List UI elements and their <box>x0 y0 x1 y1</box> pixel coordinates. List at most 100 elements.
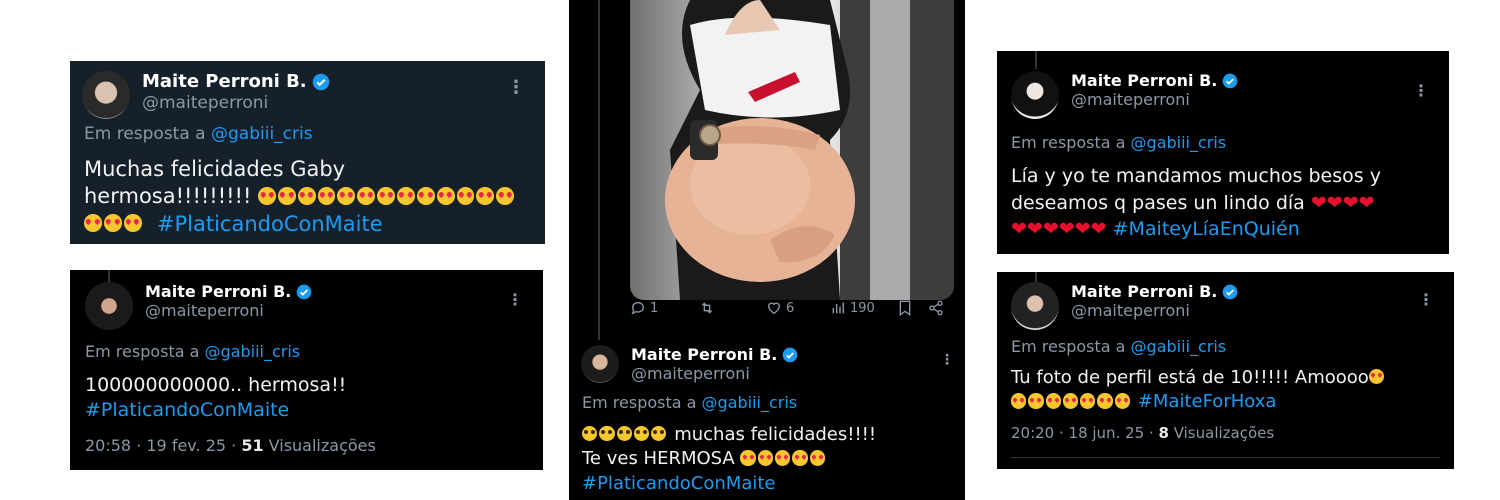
emoji-row <box>740 448 826 469</box>
verified-badge-icon <box>297 284 312 299</box>
reply-mention-link[interactable]: @gabiii_cris <box>1131 133 1227 152</box>
avatar[interactable] <box>1011 282 1059 330</box>
views-chart-icon <box>832 302 845 314</box>
reply-mention-link[interactable]: @gabiii_cris <box>205 342 301 361</box>
tweet-photo[interactable] <box>630 0 954 300</box>
reply-mention-link[interactable]: @gabiii_cris <box>702 393 798 412</box>
avatar[interactable] <box>581 345 619 383</box>
avatar[interactable] <box>1011 71 1059 119</box>
verified-badge-icon <box>1223 284 1238 299</box>
share-icon <box>929 300 943 316</box>
tweet-text-line: Te ves HERMOSA <box>582 448 735 470</box>
reply-context: Em resposta a @gabiii_cris <box>1011 133 1226 152</box>
reply-prefix: Em resposta a <box>1011 337 1126 356</box>
tweet-text: Lía y yo te mandamos muchos besos y dese… <box>1011 163 1441 243</box>
views-label: Visualizações <box>1168 424 1275 442</box>
verified-badge-icon <box>1223 73 1238 88</box>
emoji-row <box>84 212 144 236</box>
user-name[interactable]: Maite Perroni B. <box>1071 71 1217 90</box>
tweet-text: Muchas felicidades Gaby hermosa!!!!!!!!!… <box>84 156 539 238</box>
verified-badge-icon <box>783 347 798 362</box>
verified-badge-icon <box>312 73 329 91</box>
reply-icon <box>631 302 644 315</box>
bookmark-icon <box>899 300 911 316</box>
user-handle[interactable]: @maiteperroni <box>142 93 330 113</box>
views-count: 190 <box>850 300 875 316</box>
tweet-card-5: Maite Perroni B. @maiteperroni ⋮ Em resp… <box>997 272 1454 469</box>
reply-mention-link[interactable]: @gabiii_cris <box>211 124 313 144</box>
user-name[interactable]: Maite Perroni B. <box>1071 282 1217 301</box>
more-options-icon[interactable]: ⋮ <box>507 77 525 98</box>
more-options-icon[interactable]: ⋮ <box>507 290 523 309</box>
reply-count: 1 <box>650 300 659 316</box>
tweet-meta: 20:20 · 18 jun. 25 · 8 Visualizações <box>1011 424 1274 442</box>
reply-context: Em resposta a @gabiii_cris <box>582 393 797 412</box>
views-label: Visualizações <box>263 436 376 455</box>
timestamp[interactable]: 20:20 · 18 jun. 25 · <box>1011 424 1159 442</box>
emoji-row <box>582 424 668 445</box>
reply-context: Em resposta a @gabiii_cris <box>1011 337 1226 356</box>
thread-line <box>108 270 110 282</box>
hashtag-link[interactable]: #PlaticandoConMaite <box>157 212 383 236</box>
like-action[interactable]: 6 <box>766 300 794 316</box>
heart-emoji-row: ❤❤❤❤ <box>1310 191 1375 214</box>
reply-prefix: Em resposta a <box>84 124 206 144</box>
thread-line <box>1035 51 1037 69</box>
more-options-icon[interactable]: ⋮ <box>1413 81 1429 100</box>
tweet-card-4: Maite Perroni B. @maiteperroni ⋮ Em resp… <box>997 51 1449 254</box>
hashtag-link[interactable]: #MaiteForHoxa <box>1138 391 1277 412</box>
user-handle[interactable]: @maiteperroni <box>1071 90 1238 109</box>
avatar[interactable] <box>85 282 133 330</box>
pregnant-woman-photo-icon <box>665 0 954 300</box>
tweet-card-1: Maite Perroni B. @maiteperroni ⋮ Em resp… <box>70 61 545 244</box>
tweet-card-2: Maite Perroni B. @maiteperroni ⋮ Em resp… <box>70 270 543 470</box>
avatar[interactable] <box>82 71 130 119</box>
user-name[interactable]: Maite Perroni B. <box>145 282 291 301</box>
tweet-text-line: Tu foto de perfil está de 10!!!!! Amoooo <box>1011 367 1369 388</box>
tweet-text-line: Lía y yo te mandamos muchos besos y <box>1011 165 1381 187</box>
thread-line <box>598 0 600 340</box>
like-count: 6 <box>786 300 795 316</box>
user-name[interactable]: Maite Perroni B. <box>142 71 307 93</box>
heart-icon <box>767 302 781 315</box>
share-action[interactable] <box>928 300 944 316</box>
tweet-text-line: muchas felicidades!!!! <box>674 424 877 445</box>
user-handle[interactable]: @maiteperroni <box>1071 301 1238 320</box>
timestamp[interactable]: 20:58 · 19 fev. 25 · <box>85 436 241 455</box>
emoji-row <box>258 184 516 208</box>
retweet-action[interactable] <box>698 300 716 316</box>
views-action[interactable]: 190 <box>830 300 875 316</box>
reply-prefix: Em resposta a <box>85 342 200 361</box>
tweet-text-line: deseamos q pases un lindo día <box>1011 191 1305 214</box>
more-options-icon[interactable]: ⋮ <box>1418 290 1434 309</box>
reply-action[interactable]: 1 <box>630 300 658 316</box>
retweet-icon <box>701 302 713 314</box>
user-name[interactable]: Maite Perroni B. <box>631 345 777 364</box>
tweet-text: muchas felicidades!!!! Te ves HERMOSA #P… <box>582 423 962 496</box>
reply-prefix: Em resposta a <box>582 393 697 412</box>
tweet-text-line: Muchas felicidades Gaby <box>84 157 346 181</box>
user-handle[interactable]: @maiteperroni <box>145 301 312 320</box>
emoji-row <box>1368 367 1386 388</box>
reply-mention-link[interactable]: @gabiii_cris <box>1131 337 1227 356</box>
reply-context: Em resposta a @gabiii_cris <box>85 342 300 361</box>
views-count: 51 <box>241 436 264 455</box>
reply-context: Em resposta a @gabiii_cris <box>84 124 313 144</box>
heart-emoji-row: ❤❤❤❤❤❤ <box>1011 218 1107 241</box>
more-options-icon[interactable]: ⋮ <box>940 352 954 368</box>
views-count: 8 <box>1158 424 1169 442</box>
thread-line <box>1035 272 1037 282</box>
tweet-text-line: 100000000000.. hermosa!! <box>85 374 347 396</box>
tweet-text-line: hermosa!!!!!!!!! <box>84 184 252 209</box>
divider <box>1011 457 1440 458</box>
reply-prefix: Em resposta a <box>1011 133 1126 152</box>
tweet-text: Tu foto de perfil está de 10!!!!! Amoooo… <box>1011 366 1451 415</box>
tweet-meta: 20:58 · 19 fev. 25 · 51 Visualizações <box>85 436 376 455</box>
emoji-row <box>1011 391 1132 412</box>
user-handle[interactable]: @maiteperroni <box>631 364 798 383</box>
hashtag-link[interactable]: #PlaticandoConMaite <box>85 398 535 423</box>
bookmark-action[interactable] <box>898 300 912 316</box>
tweet-text: 100000000000.. hermosa!! #PlaticandoConM… <box>85 373 535 422</box>
hashtag-link[interactable]: #PlaticandoConMaite <box>582 472 962 496</box>
hashtag-link[interactable]: #MaiteyLíaEnQuién <box>1113 218 1300 240</box>
